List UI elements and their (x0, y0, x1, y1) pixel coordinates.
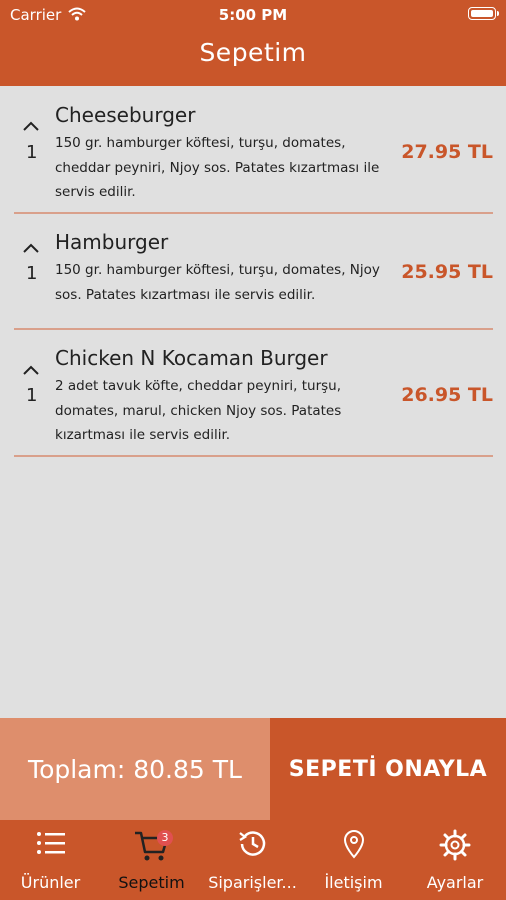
battery-icon (468, 7, 499, 20)
item-price: 25.95 TL (401, 261, 493, 283)
gear-icon (404, 828, 506, 864)
cart-badge: 3 (157, 830, 173, 846)
cart-item[interactable]: 1 Cheeseburger 150 gr. hamburger köftesi… (14, 86, 493, 214)
clock: 5:00 PM (218, 6, 288, 24)
cart-icon (101, 828, 202, 864)
chevron-up-icon[interactable] (22, 239, 40, 258)
tab-cart[interactable]: 3 Sepetim (101, 820, 202, 900)
page-title: Sepetim (199, 38, 307, 67)
tab-bar: Ürünler 3 Sepetim Siparişler... İletişim… (0, 820, 506, 900)
tab-label: Ayarlar (426, 873, 484, 892)
item-name: Cheeseburger (55, 103, 196, 127)
item-price: 27.95 TL (401, 141, 493, 163)
chevron-up-icon[interactable] (22, 361, 40, 380)
cart-item[interactable]: 1 Hamburger 150 gr. hamburger köftesi, t… (14, 214, 493, 330)
cart-item[interactable]: 1 Chicken N Kocaman Burger 2 adet tavuk … (14, 330, 493, 457)
item-description: 2 adet tavuk köfte, cheddar peyniri, tur… (55, 378, 342, 443)
tab-products[interactable]: Ürünler (0, 820, 101, 900)
item-name: Chicken N Kocaman Burger (55, 346, 328, 370)
item-description: 150 gr. hamburger köftesi, turşu, domate… (55, 262, 380, 303)
item-description: 150 gr. hamburger köftesi, turşu, domate… (55, 135, 380, 200)
location-pin-icon (303, 828, 404, 864)
item-quantity: 1 (26, 263, 38, 284)
item-price: 26.95 TL (401, 384, 493, 406)
cart-total: Toplam: 80.85 TL (0, 718, 270, 820)
tab-settings[interactable]: Ayarlar (404, 820, 506, 900)
item-quantity: 1 (26, 142, 38, 163)
chevron-up-icon[interactable] (22, 117, 40, 136)
history-icon (202, 828, 303, 864)
item-quantity: 1 (26, 385, 38, 406)
tab-orders[interactable]: Siparişler... (202, 820, 303, 900)
tab-contact[interactable]: İletişim (303, 820, 404, 900)
list-icon (0, 828, 101, 864)
top-bar: Carrier 5:00 PM Sepetim (0, 0, 506, 86)
status-bar: Carrier 5:00 PM (0, 0, 506, 30)
item-name: Hamburger (55, 230, 169, 254)
confirm-cart-button[interactable]: SEPETİ ONAYLA (270, 718, 506, 820)
